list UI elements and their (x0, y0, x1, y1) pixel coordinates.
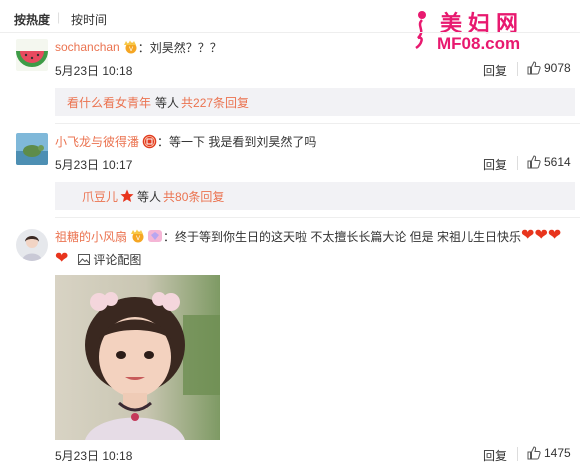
sort-by-hot-tab[interactable]: 按热度 (14, 11, 50, 28)
heart-icon: ❤ (534, 227, 548, 244)
sub-replies-box[interactable]: 爪豆儿 等人 共80条回复 (55, 182, 575, 210)
comment-username[interactable]: sochanchan (55, 40, 120, 54)
like-count: 9078 (544, 61, 571, 75)
header-divider (0, 32, 580, 33)
like-count: 1475 (544, 446, 571, 460)
child-photo-image (55, 275, 220, 440)
like-button[interactable]: 1475 (527, 446, 571, 460)
comment-timestamp: 5月23日 10:17 (55, 158, 133, 172)
sub-reply-others: 等人 (137, 189, 162, 204)
comment-text: ：终于等到你生日的这天啦 不太擅长长篇大论 但是 宋祖儿生日快乐 (163, 229, 522, 244)
comment-divider (55, 217, 580, 218)
comment-timestamp: 5月23日 10:18 (55, 449, 133, 463)
vip-crown-badge-icon: V (131, 229, 144, 243)
watermark-logo: 美妇网 MF08.com (410, 6, 530, 56)
picture-icon (78, 253, 91, 265)
sub-reply-others: 等人 (155, 95, 180, 110)
like-count: 5614 (544, 155, 571, 169)
action-divider (517, 447, 518, 461)
heart-icon: ❤ (521, 227, 535, 244)
watermark-url: MF08.com (437, 34, 521, 53)
avatar[interactable] (16, 229, 48, 261)
thumbs-up-icon (527, 446, 541, 460)
sub-reply-count-link[interactable]: 共227条回复 (181, 94, 249, 111)
comment-text: ：刘昊然？？？ (137, 40, 222, 55)
reply-button[interactable]: 回复 (483, 156, 507, 173)
watermelon-avatar-icon (16, 39, 48, 71)
sub-reply-username[interactable]: 爪豆儿 (82, 188, 118, 205)
sort-by-time-tab[interactable]: 按时间 (71, 11, 107, 28)
comment-username[interactable]: 小飞龙与彼得潘 (55, 133, 139, 150)
pink-gem-badge-icon (148, 230, 163, 242)
reply-button[interactable]: 回复 (483, 447, 507, 464)
sub-replies-box[interactable]: 看什么看女青年 等人 共227条回复 (55, 88, 575, 116)
comment-timestamp: 5月23日 10:18 (55, 64, 133, 78)
comment-line: 祖糖的小风扇 V ：终于等到你生日的这天啦 不太擅长长篇大论 但是 宋祖儿生日快… (55, 228, 561, 244)
action-divider (517, 62, 518, 76)
sort-separator: | (57, 10, 61, 24)
star-icon (120, 189, 134, 202)
heart-icon: ❤ (55, 250, 69, 267)
sub-reply-username[interactable]: 看什么看女青年 (67, 94, 151, 111)
thumbs-up-icon (527, 155, 541, 169)
watermark-figure-icon (415, 11, 426, 50)
heart-icon: ❤ (547, 227, 562, 244)
like-button[interactable]: 5614 (527, 155, 571, 169)
action-divider (517, 156, 518, 170)
comment-line-continued: ❤ 评论配图 (55, 251, 141, 267)
comment-text: ：等一下 我是看到刘昊然了吗 (157, 134, 317, 149)
thumbs-up-icon (527, 61, 541, 75)
comment-line: 小飞龙与彼得潘 ：等一下 我是看到刘昊然了吗 (55, 133, 316, 149)
like-button[interactable]: 9078 (527, 61, 571, 75)
vip-crown-badge-icon: V (123, 40, 137, 54)
comment-line: sochanchan V ：刘昊然？？？ (55, 39, 222, 55)
comment-divider (55, 123, 580, 124)
red-circle-badge-icon (142, 134, 157, 148)
turtle-avatar-icon (16, 133, 48, 165)
girl-avatar-icon (16, 229, 48, 261)
comment-username[interactable]: 祖糖的小风扇 (55, 228, 127, 245)
avatar[interactable] (16, 133, 48, 165)
comment-image-link[interactable]: 评论配图 (78, 251, 141, 268)
avatar[interactable] (16, 39, 48, 71)
comment-image-label: 评论配图 (93, 252, 142, 267)
comment-image[interactable] (55, 275, 220, 440)
reply-button[interactable]: 回复 (483, 62, 507, 79)
sub-reply-count-link[interactable]: 共80条回复 (163, 188, 224, 205)
